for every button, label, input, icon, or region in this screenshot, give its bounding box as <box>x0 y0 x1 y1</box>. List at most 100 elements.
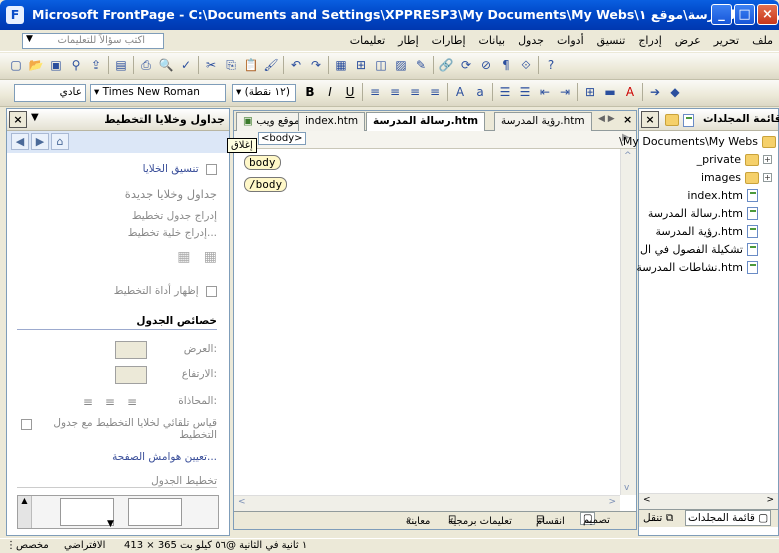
folder-item[interactable]: _private + <box>697 153 772 166</box>
insert-table-icon[interactable]: ⊞ <box>353 57 369 73</box>
tab-school-message[interactable]: رسالة المدرسة.htm <box>366 112 486 132</box>
menu-data[interactable]: بيانات <box>479 34 506 47</box>
publish-icon[interactable]: ⇪ <box>88 57 104 73</box>
layout-thumbnail[interactable] <box>60 498 114 526</box>
minimize-button[interactable]: _ <box>711 4 732 25</box>
spelling-icon[interactable]: ✓ <box>178 57 194 73</box>
cell-formatting-link[interactable]: تنسيق الخلايا <box>143 163 217 175</box>
height-field[interactable] <box>115 366 147 384</box>
stop-icon[interactable]: ⊘ <box>478 57 494 73</box>
alignment-buttons[interactable]: ≡≡≡ <box>83 395 149 409</box>
menu-file[interactable]: ملف <box>752 34 773 47</box>
borders-icon[interactable]: ⊞ <box>582 84 598 100</box>
chevron-down-icon[interactable]: ▼ <box>107 519 114 529</box>
align-center-icon[interactable]: ≡ <box>387 84 403 100</box>
help-search-input[interactable]: ▼ اكتب سؤالاً للتعليمات <box>22 33 164 49</box>
bold-icon[interactable]: B <box>302 84 318 100</box>
save-icon[interactable]: ▣ <box>48 57 64 73</box>
bullet-list-icon[interactable]: ☰ <box>517 84 533 100</box>
menu-help[interactable]: تعليمات <box>350 34 385 47</box>
align-left-icon[interactable]: ≡ <box>407 84 423 100</box>
tab-code[interactable]: تعليمات برمجية ⊡ <box>448 514 512 527</box>
decrease-indent-icon[interactable]: ⇤ <box>537 84 553 100</box>
scroll-up-icon[interactable]: ^ <box>624 151 632 161</box>
tab-navigation[interactable]: تنقل ⧉ <box>643 512 673 525</box>
insert-layout-table-link[interactable]: إدراج جدول تخطيط <box>132 210 217 222</box>
vertical-scrollbar[interactable]: ^ v <box>620 149 636 495</box>
hyperlink-icon[interactable]: 🔗 <box>438 57 454 73</box>
horizontal-scrollbar[interactable]: < > <box>639 493 778 509</box>
pilcrow-icon[interactable]: ¶ <box>498 57 514 73</box>
frontpage-app-icon[interactable]: F <box>6 6 24 24</box>
search-icon[interactable]: ⚲ <box>68 57 84 73</box>
copy-icon[interactable]: ⎘ <box>223 57 239 73</box>
ltr-direction-icon[interactable]: ➔ <box>647 84 663 100</box>
close-document-icon[interactable]: × <box>623 113 632 126</box>
web-component-icon[interactable]: ▦ <box>333 57 349 73</box>
scroll-right-icon[interactable]: > <box>766 495 774 505</box>
forward-icon[interactable]: ▶ <box>31 133 49 150</box>
scroll-left-icon[interactable]: < <box>238 497 246 507</box>
table-layout-list[interactable]: ▲ <box>17 495 219 529</box>
tab-school-vision[interactable]: رؤية المدرسة.htm <box>494 112 592 131</box>
file-item[interactable]: index.htm <box>687 189 758 202</box>
open-icon[interactable]: 📂 <box>28 57 44 73</box>
file-item[interactable]: رؤية المدرسة.htm <box>655 225 758 238</box>
expand-icon[interactable]: + <box>763 155 772 164</box>
tab-folder-list[interactable]: قائمة المجلدات ▢ <box>685 510 772 526</box>
tab-split[interactable]: انقسام ⊟ <box>536 514 565 527</box>
insert-picture-icon[interactable]: ▨ <box>393 57 409 73</box>
scroll-right-icon[interactable]: > <box>608 497 616 507</box>
undo-icon[interactable]: ↶ <box>288 57 304 73</box>
file-item[interactable]: رسالة المدرسة.htm <box>648 207 758 220</box>
font-dropdown[interactable]: ▾ Times New Roman <box>90 84 226 102</box>
tag-selector[interactable]: <body> <box>258 132 306 145</box>
close-icon[interactable]: × <box>9 111 27 128</box>
home-icon[interactable]: ⌂ <box>51 133 69 150</box>
redo-icon[interactable]: ↷ <box>308 57 324 73</box>
justify-icon[interactable]: ≡ <box>427 84 443 100</box>
autoscale-checkbox[interactable]: قياس تلقائي لخلايا التخطيط مع جدول التخط… <box>21 417 217 441</box>
refresh-icon[interactable]: ⟳ <box>458 57 474 73</box>
italic-icon[interactable]: I <box>322 84 338 100</box>
folder-root[interactable]: \My Documents\My Webs <box>619 135 776 148</box>
menu-frames[interactable]: إطارات <box>432 34 466 47</box>
increase-font-icon[interactable]: A <box>452 84 468 100</box>
layout-thumbnail[interactable] <box>128 498 182 526</box>
menu-table[interactable]: جدول <box>518 34 544 47</box>
close-icon[interactable]: × <box>641 111 659 128</box>
code-icon[interactable]: ⟐ <box>518 57 534 73</box>
menu-view[interactable]: عرض <box>675 34 701 47</box>
increase-indent-icon[interactable]: ⇥ <box>557 84 573 100</box>
decrease-font-icon[interactable]: a <box>472 84 488 100</box>
underline-icon[interactable]: U <box>342 84 358 100</box>
scroll-down-icon[interactable]: v <box>624 483 629 493</box>
tab-index[interactable]: index.htm <box>298 112 366 131</box>
chevron-down-icon[interactable]: ▼ <box>31 112 39 123</box>
chevron-down-icon[interactable]: ▼ <box>26 34 33 44</box>
menu-format[interactable]: تنسيق <box>597 34 626 47</box>
scroll-left-icon[interactable]: < <box>643 495 651 505</box>
help-icon[interactable]: ? <box>543 57 559 73</box>
insert-layer-icon[interactable]: ◫ <box>373 57 389 73</box>
tab-design[interactable]: تصميم ▢ <box>580 512 610 526</box>
scroll-up-icon[interactable]: ▲ <box>18 496 32 528</box>
print-icon[interactable]: ⎙ <box>138 57 154 73</box>
menu-window[interactable]: إطار <box>398 34 418 47</box>
new-page-icon[interactable]: ▢ <box>8 57 24 73</box>
body-open-tag[interactable]: body <box>244 155 281 170</box>
file-item[interactable]: تشكيلة الفصول في ال <box>640 243 758 256</box>
checkbox-icon[interactable] <box>21 419 32 430</box>
maximize-button[interactable]: □ <box>734 4 755 25</box>
menu-tools[interactable]: أدوات <box>557 34 584 47</box>
tab-website[interactable]: ▣ موقع ويب <box>236 112 307 131</box>
numbered-list-icon[interactable]: ☰ <box>497 84 513 100</box>
paste-icon[interactable]: 📋 <box>243 57 259 73</box>
print-preview-icon[interactable]: 🔍 <box>158 57 174 73</box>
style-dropdown[interactable]: عادي <box>14 84 86 102</box>
tab-scroll-icon[interactable]: ◀ ▶ <box>598 114 615 124</box>
show-layout-tool-option[interactable]: إظهار أداة التخطيط <box>114 285 217 297</box>
body-close-tag[interactable]: /body <box>244 177 288 192</box>
rtl-direction-icon[interactable]: ◆ <box>667 84 683 100</box>
drawing-icon[interactable]: ✎ <box>413 57 429 73</box>
